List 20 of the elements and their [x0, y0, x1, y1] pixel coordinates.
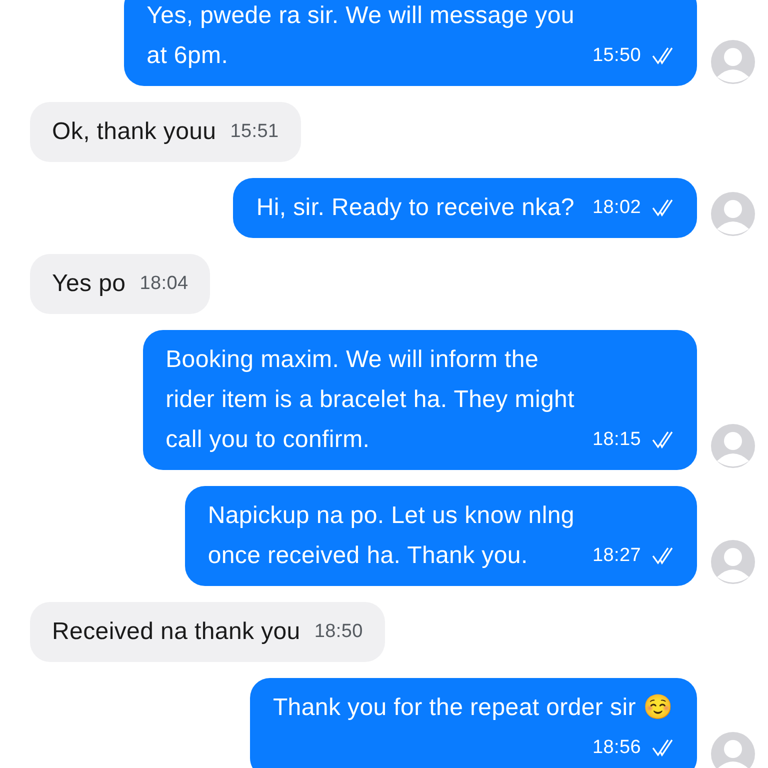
message-text: Hi, sir. Ready to receive nka?: [256, 193, 574, 223]
message-time: 18:56: [592, 736, 641, 760]
message-time: 18:04: [140, 272, 188, 296]
message-text: Yes, pwede ra sir. We will message you at 6pm.: [146, 1, 574, 71]
message-time: 18:27: [592, 544, 641, 568]
message-time: 18:15: [592, 428, 641, 452]
message-text: Ok, thank youu: [52, 117, 216, 147]
avatar-icon: [711, 424, 755, 468]
message-text: Received na thank you: [52, 617, 300, 647]
message-time: 15:50: [592, 44, 641, 68]
message-text: Booking maxim. We will inform the rider item is a bracelet ha. They might call you to confirm.: [166, 345, 574, 455]
avatar-icon: [711, 40, 755, 84]
message-text: Napickup na po. Let us know nlng once received ha. Thank you.: [208, 501, 574, 571]
avatar-icon: [711, 192, 755, 236]
message-text: Yes po: [52, 269, 126, 299]
message-text: Thank you for the repeat order sir ☺: [272, 693, 673, 723]
avatar-icon: [711, 540, 755, 584]
message-time: 15:51: [230, 120, 279, 144]
message-time: 18:02: [592, 196, 641, 220]
message-time: 18:50: [314, 620, 363, 644]
